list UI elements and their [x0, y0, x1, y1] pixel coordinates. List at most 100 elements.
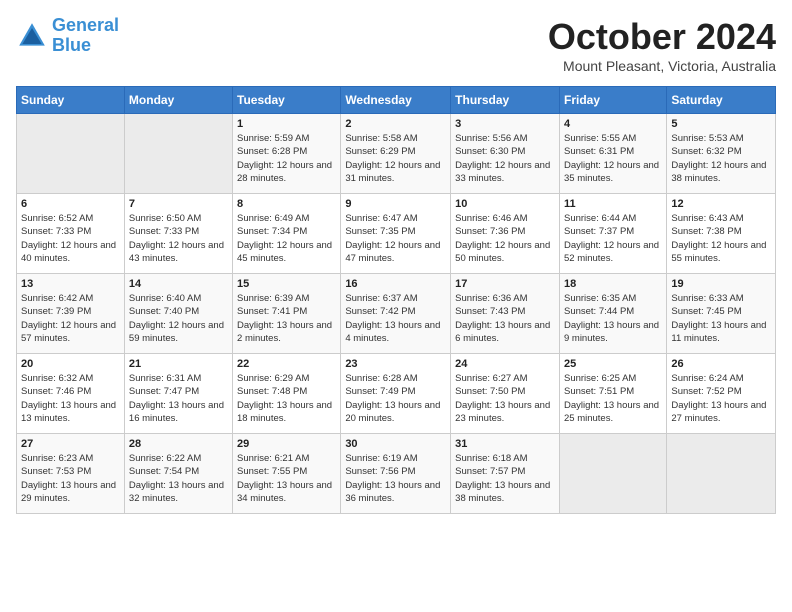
day-info: Sunrise: 6:40 AM Sunset: 7:40 PM Dayligh… [129, 292, 228, 345]
day-cell: 23 Sunrise: 6:28 AM Sunset: 7:49 PM Dayli… [341, 354, 451, 434]
day-cell: 13 Sunrise: 6:42 AM Sunset: 7:39 PM Dayli… [17, 274, 125, 354]
day-cell: 12 Sunrise: 6:43 AM Sunset: 7:38 PM Dayli… [667, 194, 776, 274]
day-cell: 20 Sunrise: 6:32 AM Sunset: 7:46 PM Dayli… [17, 354, 125, 434]
day-number: 30 [345, 438, 446, 450]
day-number: 13 [21, 278, 120, 290]
day-number: 24 [455, 358, 555, 370]
day-info: Sunrise: 6:28 AM Sunset: 7:49 PM Dayligh… [345, 372, 446, 425]
day-number: 23 [345, 358, 446, 370]
logo: General Blue [16, 16, 119, 56]
day-number: 19 [671, 278, 771, 290]
page-header: General Blue October 2024 Mount Pleasant… [16, 16, 776, 74]
month-title: October 2024 [548, 16, 776, 58]
day-cell [17, 114, 125, 194]
header-cell-monday: Monday [124, 87, 232, 114]
day-number: 9 [345, 198, 446, 210]
day-cell: 9 Sunrise: 6:47 AM Sunset: 7:35 PM Daylig… [341, 194, 451, 274]
day-number: 20 [21, 358, 120, 370]
day-number: 26 [671, 358, 771, 370]
week-row-2: 6Sunrise: 6:52 AM Sunset: 7:33 PM Daylig… [17, 194, 776, 274]
day-number: 12 [671, 198, 771, 210]
header-cell-friday: Friday [559, 87, 666, 114]
day-info: Sunrise: 6:44 AM Sunset: 7:37 PM Dayligh… [564, 212, 662, 265]
day-info: Sunrise: 5:53 AM Sunset: 6:32 PM Dayligh… [671, 132, 771, 185]
day-info: Sunrise: 6:23 AM Sunset: 7:53 PM Dayligh… [21, 452, 120, 505]
day-info: Sunrise: 6:21 AM Sunset: 7:55 PM Dayligh… [237, 452, 336, 505]
day-cell: 11 Sunrise: 6:44 AM Sunset: 7:37 PM Dayli… [559, 194, 666, 274]
day-cell: 14 Sunrise: 6:40 AM Sunset: 7:40 PM Dayli… [124, 274, 232, 354]
calendar-table: SundayMondayTuesdayWednesdayThursdayFrid… [16, 86, 776, 514]
day-info: Sunrise: 6:25 AM Sunset: 7:51 PM Dayligh… [564, 372, 662, 425]
day-info: Sunrise: 6:19 AM Sunset: 7:56 PM Dayligh… [345, 452, 446, 505]
day-cell: 17 Sunrise: 6:36 AM Sunset: 7:43 PM Dayli… [451, 274, 560, 354]
day-cell: 27 Sunrise: 6:23 AM Sunset: 7:53 PM Dayli… [17, 434, 125, 514]
day-number: 28 [129, 438, 228, 450]
day-number: 15 [237, 278, 336, 290]
day-number: 16 [345, 278, 446, 290]
day-cell: 31Sunrise: 6:18 AM Sunset: 7:57 PM Dayli… [451, 434, 560, 514]
day-info: Sunrise: 6:43 AM Sunset: 7:38 PM Dayligh… [671, 212, 771, 265]
logo-line1: General [52, 15, 119, 35]
day-cell: 22 Sunrise: 6:29 AM Sunset: 7:48 PM Dayli… [233, 354, 341, 434]
day-cell: 24Sunrise: 6:27 AM Sunset: 7:50 PM Dayli… [451, 354, 560, 434]
header-row: SundayMondayTuesdayWednesdayThursdayFrid… [17, 87, 776, 114]
day-info: Sunrise: 5:59 AM Sunset: 6:28 PM Dayligh… [237, 132, 336, 185]
day-cell: 3 Sunrise: 5:56 AM Sunset: 6:30 PM Daylig… [451, 114, 560, 194]
day-cell [559, 434, 666, 514]
day-info: Sunrise: 6:49 AM Sunset: 7:34 PM Dayligh… [237, 212, 336, 265]
day-cell: 10Sunrise: 6:46 AM Sunset: 7:36 PM Dayli… [451, 194, 560, 274]
day-number: 14 [129, 278, 228, 290]
header-cell-tuesday: Tuesday [233, 87, 341, 114]
day-cell: 2Sunrise: 5:58 AM Sunset: 6:29 PM Daylig… [341, 114, 451, 194]
header-cell-saturday: Saturday [667, 87, 776, 114]
header-cell-thursday: Thursday [451, 87, 560, 114]
day-cell: 6Sunrise: 6:52 AM Sunset: 7:33 PM Daylig… [17, 194, 125, 274]
week-row-4: 20 Sunrise: 6:32 AM Sunset: 7:46 PM Dayli… [17, 354, 776, 434]
day-cell: 7 Sunrise: 6:50 AM Sunset: 7:33 PM Daylig… [124, 194, 232, 274]
day-number: 22 [237, 358, 336, 370]
day-cell: 30 Sunrise: 6:19 AM Sunset: 7:56 PM Dayli… [341, 434, 451, 514]
day-number: 3 [455, 118, 555, 130]
day-number: 17 [455, 278, 555, 290]
day-info: Sunrise: 6:36 AM Sunset: 7:43 PM Dayligh… [455, 292, 555, 345]
day-info: Sunrise: 6:24 AM Sunset: 7:52 PM Dayligh… [671, 372, 771, 425]
day-cell [124, 114, 232, 194]
header-cell-wednesday: Wednesday [341, 87, 451, 114]
day-info: Sunrise: 6:37 AM Sunset: 7:42 PM Dayligh… [345, 292, 446, 345]
location-subtitle: Mount Pleasant, Victoria, Australia [548, 58, 776, 74]
day-cell: 25 Sunrise: 6:25 AM Sunset: 7:51 PM Dayli… [559, 354, 666, 434]
title-block: October 2024 Mount Pleasant, Victoria, A… [548, 16, 776, 74]
day-number: 11 [564, 198, 662, 210]
day-info: Sunrise: 5:56 AM Sunset: 6:30 PM Dayligh… [455, 132, 555, 185]
day-info: Sunrise: 6:42 AM Sunset: 7:39 PM Dayligh… [21, 292, 120, 345]
day-number: 1 [237, 118, 336, 130]
day-number: 5 [671, 118, 771, 130]
day-cell: 1 Sunrise: 5:59 AM Sunset: 6:28 PM Daylig… [233, 114, 341, 194]
logo-text: General Blue [52, 16, 119, 56]
day-info: Sunrise: 6:32 AM Sunset: 7:46 PM Dayligh… [21, 372, 120, 425]
day-info: Sunrise: 6:29 AM Sunset: 7:48 PM Dayligh… [237, 372, 336, 425]
header-cell-sunday: Sunday [17, 87, 125, 114]
day-cell: 8Sunrise: 6:49 AM Sunset: 7:34 PM Daylig… [233, 194, 341, 274]
day-info: Sunrise: 5:55 AM Sunset: 6:31 PM Dayligh… [564, 132, 662, 185]
day-cell: 5 Sunrise: 5:53 AM Sunset: 6:32 PM Daylig… [667, 114, 776, 194]
week-row-5: 27 Sunrise: 6:23 AM Sunset: 7:53 PM Dayli… [17, 434, 776, 514]
day-info: Sunrise: 6:39 AM Sunset: 7:41 PM Dayligh… [237, 292, 336, 345]
day-number: 29 [237, 438, 336, 450]
day-info: Sunrise: 6:18 AM Sunset: 7:57 PM Dayligh… [455, 452, 555, 505]
day-number: 25 [564, 358, 662, 370]
day-number: 10 [455, 198, 555, 210]
day-number: 4 [564, 118, 662, 130]
day-cell: 28Sunrise: 6:22 AM Sunset: 7:54 PM Dayli… [124, 434, 232, 514]
day-info: Sunrise: 6:50 AM Sunset: 7:33 PM Dayligh… [129, 212, 228, 265]
day-cell: 15 Sunrise: 6:39 AM Sunset: 7:41 PM Dayli… [233, 274, 341, 354]
day-info: Sunrise: 6:47 AM Sunset: 7:35 PM Dayligh… [345, 212, 446, 265]
day-info: Sunrise: 5:58 AM Sunset: 6:29 PM Dayligh… [345, 132, 446, 185]
day-number: 7 [129, 198, 228, 210]
day-cell: 16 Sunrise: 6:37 AM Sunset: 7:42 PM Dayli… [341, 274, 451, 354]
day-info: Sunrise: 6:33 AM Sunset: 7:45 PM Dayligh… [671, 292, 771, 345]
day-number: 27 [21, 438, 120, 450]
day-cell: 21Sunrise: 6:31 AM Sunset: 7:47 PM Dayli… [124, 354, 232, 434]
day-number: 21 [129, 358, 228, 370]
day-info: Sunrise: 6:52 AM Sunset: 7:33 PM Dayligh… [21, 212, 120, 265]
